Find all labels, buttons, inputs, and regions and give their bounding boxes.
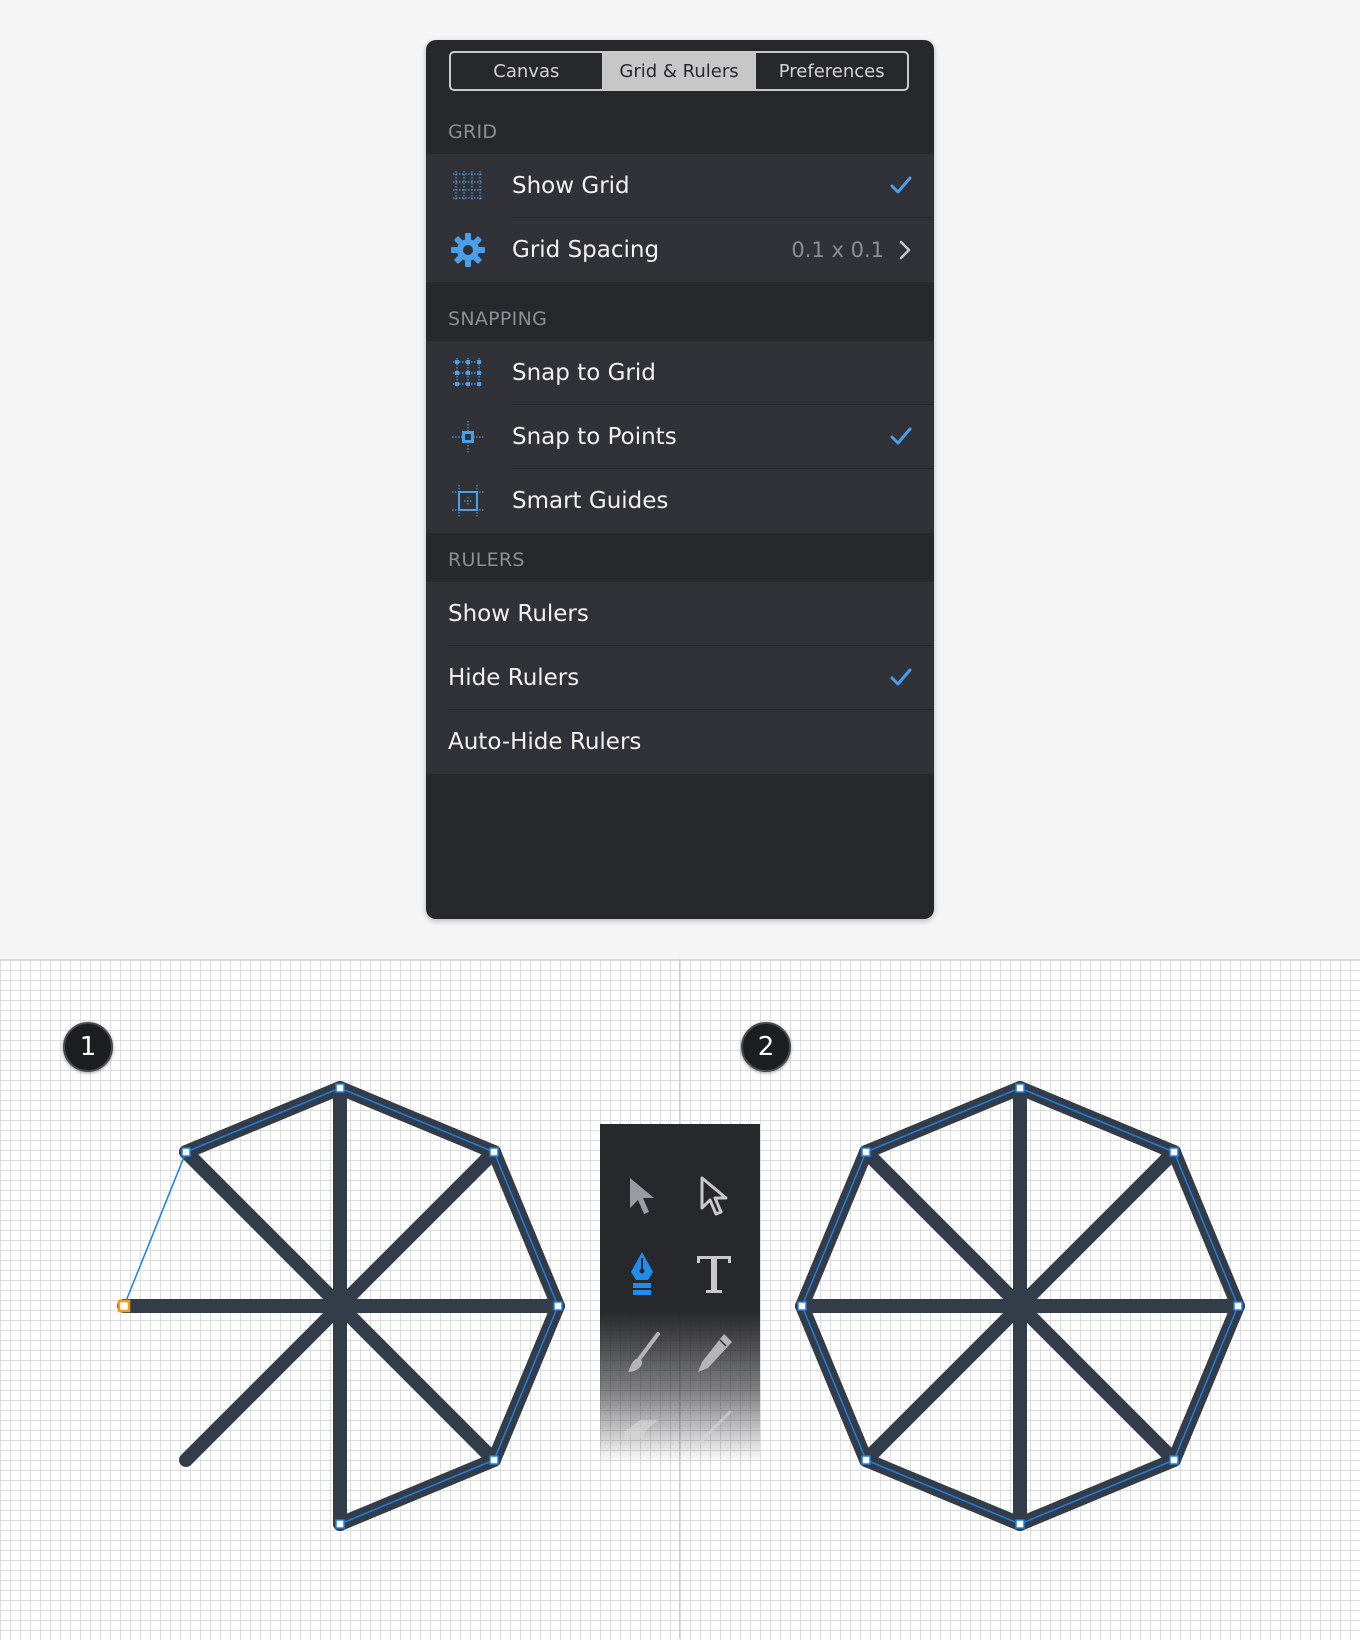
wheel-shape-in-progress[interactable]	[100, 1060, 580, 1540]
brush-tool-icon[interactable]	[618, 1330, 666, 1378]
show-rulers-label: Show Rulers	[448, 601, 589, 627]
auto-hide-rulers-row[interactable]: Auto-Hide Rulers	[426, 710, 934, 774]
tool-palette	[600, 1124, 760, 1464]
smart-guides-label: Smart Guides	[512, 488, 669, 514]
eraser-tool-icon[interactable]	[618, 1406, 666, 1454]
text-tool-icon[interactable]	[690, 1250, 738, 1298]
snapping-rows: Snap to Grid Snap to Points Smart Guides	[426, 341, 934, 533]
tab-canvas[interactable]: Canvas	[451, 53, 602, 89]
smart-guides-row[interactable]: Smart Guides	[426, 469, 934, 533]
open-anchor-point[interactable]	[117, 1299, 131, 1313]
snap-to-grid-label: Snap to Grid	[512, 360, 656, 386]
gear-icon	[451, 233, 485, 267]
grid-rows: Show Grid Grid Spacing 0.1 x 0.1	[426, 154, 934, 282]
direct-select-arrow-icon[interactable]	[690, 1172, 738, 1220]
section-header-rulers: RULERS	[448, 549, 525, 571]
grid-rulers-panel: Canvas Grid & Rulers Preferences GRID Sh…	[426, 40, 934, 919]
grid-spacing-row[interactable]: Grid Spacing 0.1 x 0.1	[426, 218, 934, 282]
snap-to-grid-row[interactable]: Snap to Grid	[426, 341, 934, 405]
checkmark-icon	[890, 427, 912, 445]
grid-icon	[453, 171, 483, 201]
snap-to-points-row[interactable]: Snap to Points	[426, 405, 934, 469]
auto-hide-rulers-label: Auto-Hide Rulers	[448, 729, 642, 755]
snap-to-points-label: Snap to Points	[512, 424, 677, 450]
line-tool-icon[interactable]	[690, 1406, 738, 1454]
checkmark-icon	[890, 668, 912, 686]
chevron-right-icon	[899, 240, 911, 260]
pen-tool-icon[interactable]	[618, 1250, 666, 1298]
wheel-shape-complete[interactable]	[780, 1060, 1260, 1540]
tab-grid-rulers[interactable]: Grid & Rulers	[601, 53, 755, 89]
section-header-snapping: SNAPPING	[448, 308, 548, 330]
tab-preferences[interactable]: Preferences	[754, 53, 907, 89]
show-grid-label: Show Grid	[512, 173, 630, 199]
hide-rulers-label: Hide Rulers	[448, 665, 580, 691]
grid-spacing-value: 0.1 x 0.1	[791, 238, 884, 262]
section-header-grid: GRID	[448, 121, 498, 143]
show-grid-row[interactable]: Show Grid	[426, 154, 934, 218]
checkmark-icon	[890, 176, 912, 194]
show-rulers-row[interactable]: Show Rulers	[426, 582, 934, 646]
hide-rulers-row[interactable]: Hide Rulers	[426, 646, 934, 710]
select-arrow-icon[interactable]	[618, 1172, 666, 1220]
snap-grid-icon	[453, 358, 483, 388]
segmented-tabs: Canvas Grid & Rulers Preferences	[449, 51, 909, 91]
snap-point-icon	[452, 421, 484, 453]
rulers-rows: Show Rulers Hide Rulers Auto-Hide Rulers	[426, 582, 934, 774]
pencil-tool-icon[interactable]	[690, 1330, 738, 1378]
grid-spacing-label: Grid Spacing	[512, 237, 660, 263]
smart-guides-icon	[452, 485, 484, 517]
